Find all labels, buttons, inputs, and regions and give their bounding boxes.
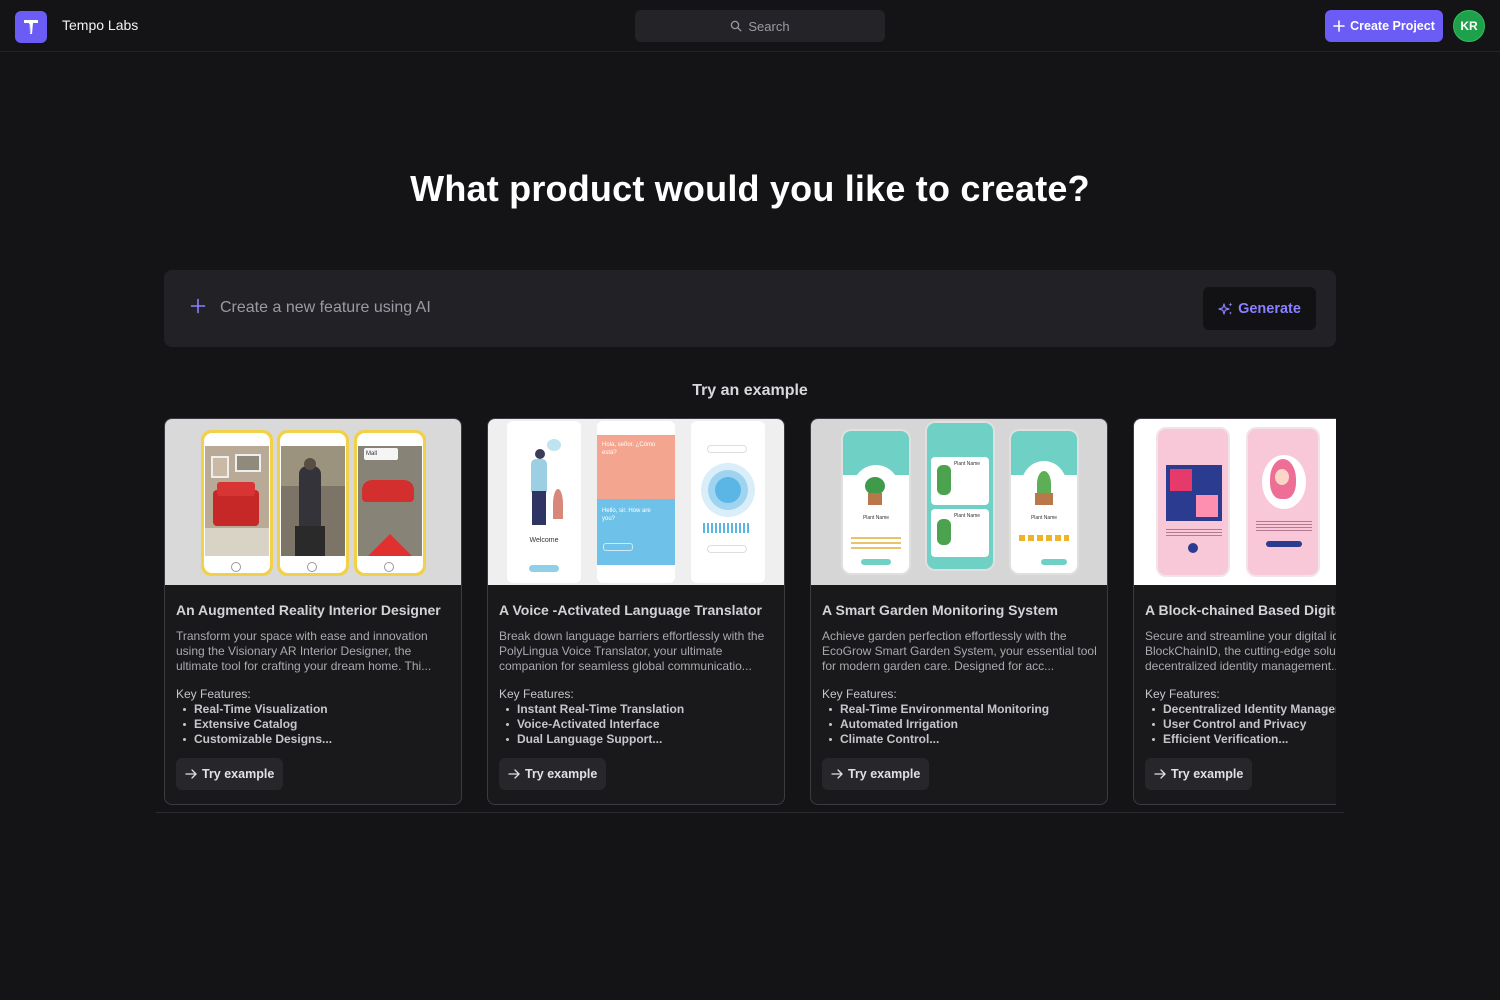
spanish-phrase: Hola, señor. ¿Cómo está? bbox=[602, 442, 656, 456]
phone-mockup bbox=[201, 430, 273, 576]
try-example-button[interactable]: Try example bbox=[1145, 758, 1253, 790]
try-example-label: Try example bbox=[525, 767, 598, 781]
card-title: A Smart Garden Monitoring System bbox=[822, 602, 1058, 618]
feature-item: Efficient Verification... bbox=[1145, 732, 1336, 747]
try-example-label: Try example bbox=[1171, 767, 1244, 781]
plant-name-label: Plant Name bbox=[1030, 515, 1058, 521]
examples-carousel[interactable]: Mall An Augmented Reality Interior Desig… bbox=[164, 418, 1336, 806]
key-features-heading: Key Features: bbox=[1145, 687, 1220, 701]
phone-mockup bbox=[1246, 427, 1320, 577]
plant-name-label: Plant Name bbox=[862, 515, 890, 521]
english-phrase: Hello, sir. How are you? bbox=[602, 508, 651, 522]
phone-mockup bbox=[691, 421, 765, 583]
feature-item: Extensive Catalog bbox=[176, 717, 461, 732]
tempo-logo[interactable] bbox=[15, 11, 47, 43]
welcome-text: Welcome bbox=[529, 537, 559, 544]
phone-mockup: Plant Name bbox=[841, 429, 911, 575]
page-title: What product would you like to create? bbox=[410, 168, 1090, 209]
user-avatar[interactable]: KR bbox=[1453, 10, 1485, 42]
feature-item: Climate Control... bbox=[822, 732, 1107, 747]
phone-mockup bbox=[277, 430, 349, 576]
key-features-heading: Key Features: bbox=[176, 687, 251, 701]
phone-mockup: Plant Name bbox=[1009, 429, 1079, 575]
ar-sign-label: Mall bbox=[364, 448, 398, 460]
feature-item: Dual Language Support... bbox=[499, 732, 784, 747]
try-example-label: Try example bbox=[848, 767, 921, 781]
examples-heading: Try an example bbox=[692, 382, 808, 399]
example-card[interactable]: A Block-chained Based Digital Identity S… bbox=[1133, 418, 1336, 805]
example-preview-image: Welcome Hola, señor. ¿Cómo está? Hello, … bbox=[488, 419, 784, 585]
example-card[interactable]: Welcome Hola, señor. ¿Cómo está? Hello, … bbox=[487, 418, 785, 805]
phone-mockup bbox=[1156, 427, 1230, 577]
try-example-button[interactable]: Try example bbox=[822, 758, 930, 790]
ai-prompt-box: Generate bbox=[164, 270, 1336, 347]
create-project-label: Create Project bbox=[1350, 19, 1435, 33]
search-placeholder: Search bbox=[748, 18, 790, 34]
generate-button[interactable]: Generate bbox=[1203, 287, 1316, 330]
plant-name-label: Plant Name bbox=[953, 513, 981, 519]
card-description: Achieve garden perfection effortlessly w… bbox=[822, 629, 1097, 673]
brand-name: Tempo Labs bbox=[62, 17, 139, 33]
try-example-label: Try example bbox=[202, 767, 275, 781]
feature-item: Real-Time Visualization bbox=[176, 702, 461, 717]
card-description: Secure and streamline your digital ident… bbox=[1145, 629, 1336, 673]
feature-prompt-input[interactable] bbox=[220, 296, 1120, 320]
key-features-list: Real-Time Environmental Monitoring Autom… bbox=[822, 702, 1107, 747]
key-features-heading: Key Features: bbox=[822, 687, 897, 701]
phone-mockup: Hola, señor. ¿Cómo está? Hello, sir. How… bbox=[597, 421, 675, 583]
key-features-list: Real-Time Visualization Extensive Catalo… bbox=[176, 702, 461, 747]
sparkles-icon bbox=[1218, 302, 1233, 315]
try-example-button[interactable]: Try example bbox=[176, 758, 284, 790]
phone-mockup: Welcome bbox=[507, 421, 581, 583]
key-features-heading: Key Features: bbox=[499, 687, 574, 701]
example-card[interactable]: Plant Name Plant Name Plant Name Plant N… bbox=[810, 418, 1108, 805]
card-title: An Augmented Reality Interior Designer bbox=[176, 602, 441, 618]
key-features-list: Instant Real-Time Translation Voice-Acti… bbox=[499, 702, 784, 747]
generate-label: Generate bbox=[1238, 300, 1301, 317]
example-preview-image: Mall bbox=[165, 419, 461, 585]
try-example-button[interactable]: Try example bbox=[499, 758, 607, 790]
feature-item: Automated Irrigation bbox=[822, 717, 1107, 732]
phone-mockup: Plant Name Plant Name bbox=[925, 421, 995, 571]
arrow-right-icon bbox=[831, 769, 843, 779]
plus-icon bbox=[1333, 20, 1345, 32]
search-icon bbox=[731, 20, 742, 32]
plus-icon[interactable] bbox=[190, 298, 206, 314]
card-title: A Block-chained Based Digital Identity bbox=[1145, 602, 1336, 618]
top-bar: Tempo Labs Search Create Project KR bbox=[0, 0, 1500, 52]
example-preview-image bbox=[1134, 419, 1336, 585]
arrow-right-icon bbox=[185, 769, 197, 779]
phone-mockup: Mall bbox=[354, 430, 426, 576]
plant-name-label: Plant Name bbox=[953, 461, 981, 467]
create-project-button[interactable]: Create Project bbox=[1325, 10, 1443, 42]
feature-item: User Control and Privacy bbox=[1145, 717, 1336, 732]
feature-item: Customizable Designs... bbox=[176, 732, 461, 747]
section-divider bbox=[156, 812, 1344, 813]
example-preview-image: Plant Name Plant Name Plant Name Plant N… bbox=[811, 419, 1107, 585]
feature-item: Instant Real-Time Translation bbox=[499, 702, 784, 717]
card-title: A Voice -Activated Language Translator bbox=[499, 602, 762, 618]
feature-item: Voice-Activated Interface bbox=[499, 717, 784, 732]
key-features-list: Decentralized Identity Management User C… bbox=[1145, 702, 1336, 747]
card-description: Break down language barriers effortlessl… bbox=[499, 629, 765, 673]
tempo-logo-icon bbox=[24, 20, 38, 34]
search-bar[interactable]: Search bbox=[635, 10, 885, 42]
arrow-right-icon bbox=[1154, 769, 1166, 779]
feature-item: Decentralized Identity Management bbox=[1145, 702, 1336, 717]
arrow-right-icon bbox=[508, 769, 520, 779]
card-description: Transform your space with ease and innov… bbox=[176, 629, 432, 673]
feature-item: Real-Time Environmental Monitoring bbox=[822, 702, 1107, 717]
example-card[interactable]: Mall An Augmented Reality Interior Desig… bbox=[164, 418, 462, 805]
